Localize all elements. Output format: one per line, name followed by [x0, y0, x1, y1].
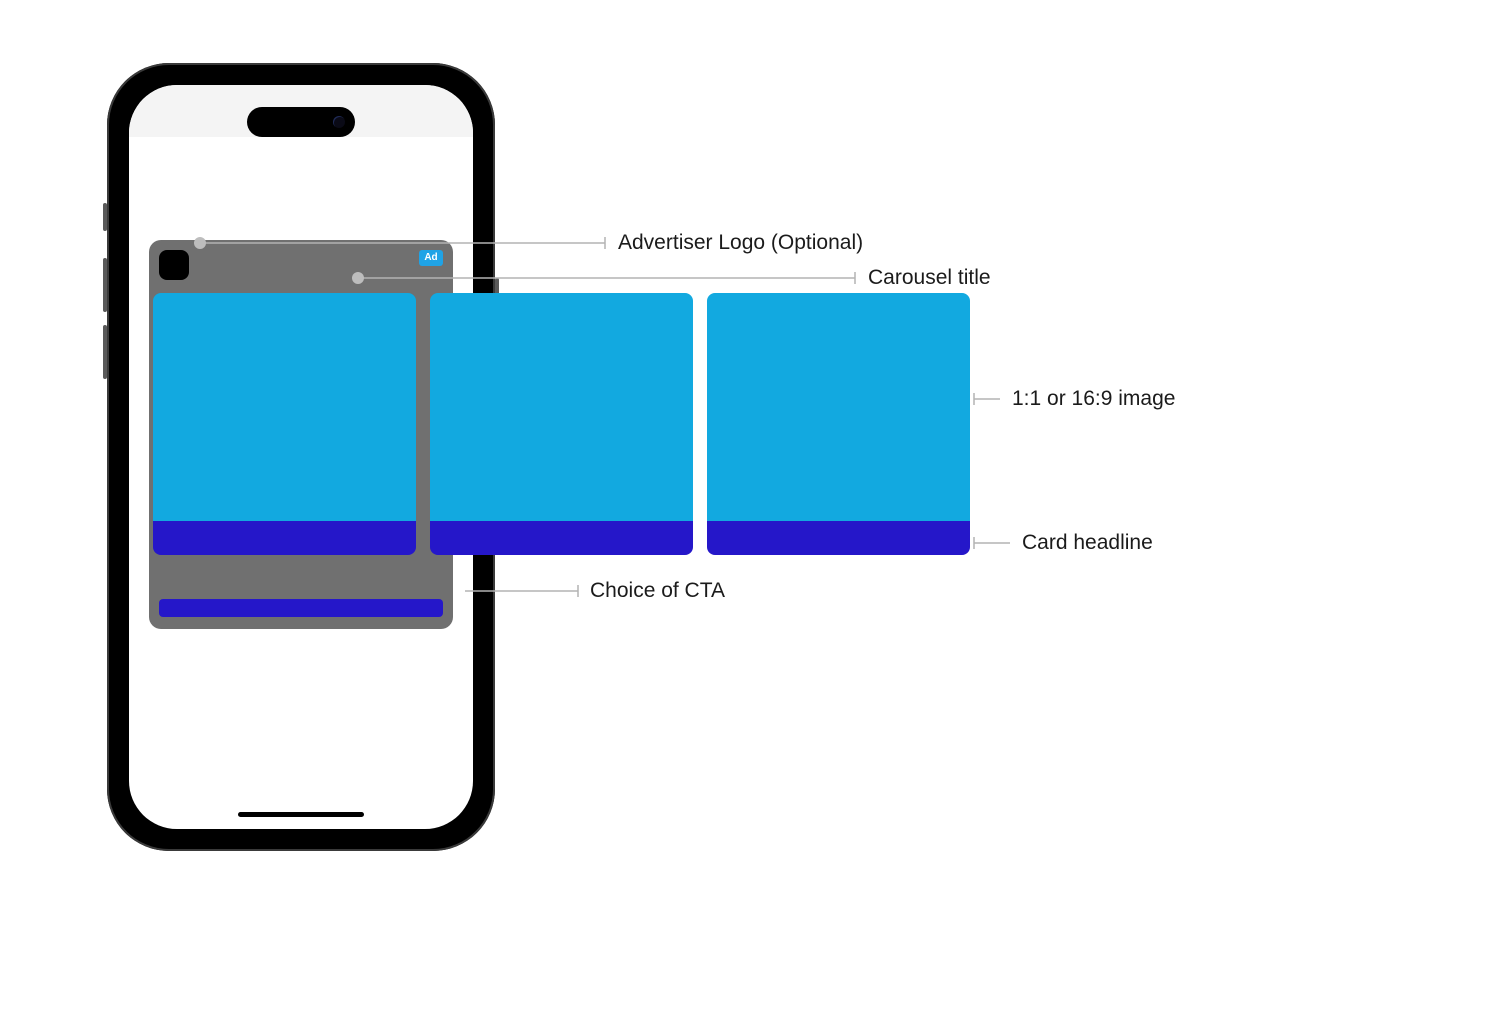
carousel-cards[interactable]	[153, 293, 970, 555]
card-headline-placeholder	[707, 521, 970, 555]
cta-button-placeholder[interactable]	[159, 599, 443, 617]
callout-label: Card headline	[1022, 531, 1153, 555]
carousel-card[interactable]	[707, 293, 970, 555]
card-headline-placeholder	[430, 521, 693, 555]
advertiser-logo-placeholder	[159, 250, 189, 280]
callout-label: Advertiser Logo (Optional)	[618, 231, 863, 255]
ad-badge: Ad	[419, 250, 443, 266]
home-indicator	[238, 812, 364, 817]
diagram-stage: Ad Advertiser Logo	[0, 0, 1500, 1028]
card-image-placeholder	[707, 293, 970, 521]
callout-label: Carousel title	[868, 266, 991, 290]
callout-dot-carousel-title	[352, 272, 364, 284]
phone-mute-switch	[103, 203, 107, 231]
carousel-card[interactable]	[430, 293, 693, 555]
callout-dot-advertiser-logo	[194, 237, 206, 249]
callout-label: 1:1 or 16:9 image	[1012, 387, 1175, 411]
phone-volume-up	[103, 258, 107, 312]
card-headline-placeholder	[153, 521, 416, 555]
callout-label: Choice of CTA	[590, 579, 725, 603]
phone-volume-down	[103, 325, 107, 379]
card-image-placeholder	[430, 293, 693, 521]
dynamic-island	[247, 107, 355, 137]
carousel-card[interactable]	[153, 293, 416, 555]
card-image-placeholder	[153, 293, 416, 521]
ad-header: Ad	[159, 250, 443, 280]
